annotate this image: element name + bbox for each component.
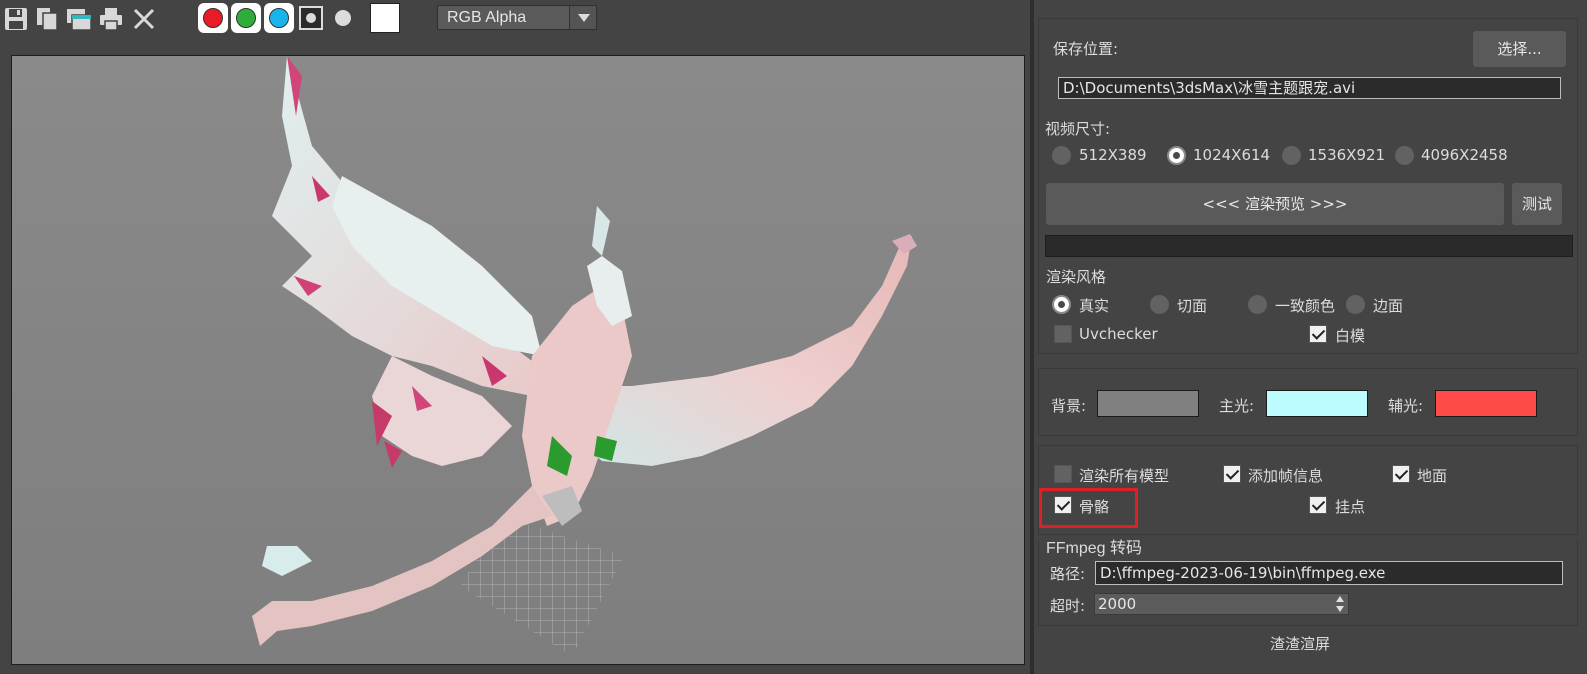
clear-icon[interactable] — [131, 6, 157, 32]
ffmpeg-label: FFmpeg 转码 — [1046, 540, 1143, 557]
ground-label: 地面 — [1417, 467, 1448, 485]
background-color-swatch[interactable] — [1097, 390, 1199, 417]
render-style-group: 渲染风格 真实 切面 一致颜色 边面 Uvchecker 白模 — [1038, 262, 1578, 354]
chevron-down-icon[interactable] — [569, 6, 596, 29]
add-frame-info-label: 添加帧信息 — [1248, 467, 1324, 485]
blue-channel-button[interactable] — [264, 3, 294, 33]
blue-channel-icon — [269, 8, 289, 28]
style-radio-3[interactable] — [1346, 295, 1365, 314]
add-frame-info-checkbox[interactable] — [1223, 465, 1241, 483]
size-radio-3[interactable] — [1395, 146, 1414, 165]
style-radio-1[interactable] — [1150, 295, 1169, 314]
alpha-channel-button[interactable] — [299, 6, 323, 30]
uvchecker-checkbox[interactable] — [1054, 325, 1072, 343]
ground-checkbox[interactable] — [1392, 465, 1410, 483]
red-channel-button[interactable] — [198, 3, 228, 33]
timeout-value: 2000 — [1098, 595, 1137, 613]
render-all-models-label: 渲染所有模型 — [1079, 467, 1170, 485]
print-icon[interactable] — [98, 6, 124, 32]
size-label-2: 1536X921 — [1308, 146, 1386, 164]
render-options-group: 渲染所有模型 添加帧信息 地面 骨骼 挂点 — [1038, 445, 1578, 535]
clone-window-icon[interactable] — [66, 6, 92, 32]
size-label-3: 4096X2458 — [1421, 146, 1508, 164]
ffmpeg-path-field[interactable]: D:\ffmpeg-2023-06-19\bin\ffmpeg.exe — [1095, 561, 1563, 585]
render-style-label: 渲染风格 — [1046, 268, 1107, 286]
render-progress-bar — [1045, 235, 1573, 257]
size-radio-1[interactable] — [1167, 146, 1186, 165]
lighting-color-group: 背景: 主光: 辅光: — [1038, 368, 1578, 436]
style-label-0: 真实 — [1079, 297, 1110, 315]
size-radio-2[interactable] — [1282, 146, 1301, 165]
save-path-field[interactable]: D:\Documents\3dsMax\冰雪主题跟宠.avi — [1058, 77, 1561, 99]
spinner-up-icon[interactable] — [1336, 596, 1344, 602]
key-light-color-swatch[interactable] — [1266, 390, 1368, 417]
monochrome-button[interactable] — [335, 10, 351, 26]
render-settings-panel: 保存位置: 选择... D:\Documents\3dsMax\冰雪主题跟宠.a… — [1030, 0, 1587, 674]
uvchecker-label: Uvchecker — [1079, 325, 1158, 343]
style-radio-0[interactable] — [1052, 295, 1071, 314]
render-all-models-checkbox[interactable] — [1054, 465, 1072, 483]
attach-point-checkbox[interactable] — [1309, 496, 1327, 514]
copy-icon[interactable] — [34, 6, 60, 32]
footer-label: 渣渣渲屏 — [1270, 635, 1331, 653]
rendered-dragon-image — [12, 56, 1024, 664]
style-label-2: 一致颜色 — [1275, 297, 1336, 315]
frame-buffer-window: RGB Alpha — [0, 0, 1030, 674]
green-channel-button[interactable] — [231, 3, 261, 33]
path-label: 路径: — [1050, 565, 1086, 583]
render-viewport — [11, 55, 1025, 665]
key-light-label: 主光: — [1219, 397, 1255, 415]
save-icon[interactable] — [3, 6, 29, 32]
style-label-1: 切面 — [1177, 297, 1208, 315]
channel-display-value: RGB Alpha — [447, 9, 527, 26]
style-label-3: 边面 — [1373, 297, 1404, 315]
white-model-label: 白模 — [1335, 327, 1366, 345]
green-channel-icon — [236, 8, 256, 28]
render-preview-button[interactable]: <<< 渲染预览 >>> — [1046, 183, 1504, 225]
red-channel-icon — [203, 8, 223, 28]
alpha-channel-icon — [306, 13, 316, 23]
choose-button[interactable]: 选择... — [1473, 31, 1566, 67]
frame-buffer-toolbar: RGB Alpha — [0, 0, 1030, 38]
spinner-down-icon[interactable] — [1336, 606, 1344, 612]
attach-point-label: 挂点 — [1335, 498, 1366, 516]
swatch-color-button[interactable] — [370, 3, 400, 33]
fill-light-color-swatch[interactable] — [1435, 390, 1537, 417]
size-label-0: 512X389 — [1079, 146, 1147, 164]
output-settings-group: 保存位置: 选择... D:\Documents\3dsMax\冰雪主题跟宠.a… — [1038, 18, 1578, 268]
background-label: 背景: — [1051, 397, 1087, 415]
save-location-label: 保存位置: — [1053, 40, 1119, 58]
size-radio-0[interactable] — [1052, 146, 1071, 165]
skeleton-label: 骨骼 — [1079, 498, 1110, 516]
channel-display-select[interactable]: RGB Alpha — [437, 5, 597, 30]
ffmpeg-group: FFmpeg 转码 路径: D:\ffmpeg-2023-06-19\bin\f… — [1038, 540, 1578, 626]
white-model-checkbox[interactable] — [1309, 325, 1327, 343]
timeout-label: 超时: — [1050, 597, 1086, 615]
timeout-spinner[interactable]: 2000 — [1094, 593, 1349, 615]
style-radio-2[interactable] — [1248, 295, 1267, 314]
fill-light-label: 辅光: — [1388, 397, 1424, 415]
video-size-label: 视频尺寸: — [1045, 120, 1111, 138]
test-button[interactable]: 测试 — [1512, 183, 1562, 225]
size-label-1: 1024X614 — [1193, 146, 1271, 164]
skeleton-checkbox[interactable] — [1054, 496, 1072, 514]
